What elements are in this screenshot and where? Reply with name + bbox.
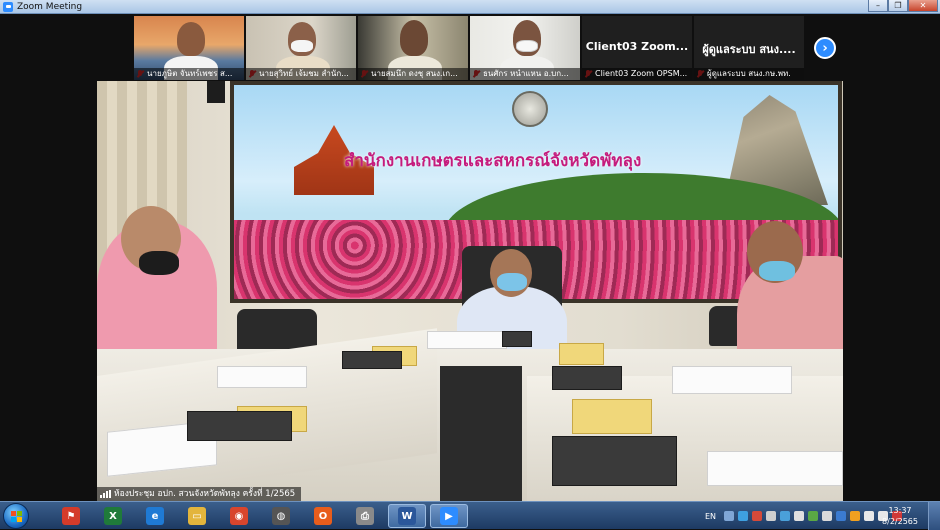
ie-taskbar-button[interactable]: e xyxy=(136,504,174,528)
participant-name: นายสุวิทย์ เจ้มชม สำนัก... xyxy=(246,68,356,80)
show-desktop-button[interactable] xyxy=(928,502,940,530)
room-label-text: ห้องประชุม อปก. สวนจังหวัดพัทลุง ครั้งที… xyxy=(114,489,296,499)
microphone-base xyxy=(502,331,532,347)
video-caption: ห้องประชุม อปก. สวนจังหวัดพัทลุง ครั้งที… xyxy=(97,487,302,501)
tray-icon[interactable] xyxy=(836,511,846,521)
zoom-icon: ▶ xyxy=(440,507,458,525)
meeting-area: นายภูษิต จันทร์เพชร ส... นายสุวิทย์ เจ้ม… xyxy=(0,14,940,501)
banner-title: สำนักงานเกษตรและสหกรณ์จังหวัดพัทลุง xyxy=(344,151,642,171)
tray-icon[interactable] xyxy=(752,511,762,521)
windows-taskbar: ⚑ Xe ▭ ◉ ◍ O ⎙ W ▶ EN 13:37 8/2/2565 xyxy=(0,501,940,530)
start-button[interactable] xyxy=(3,503,29,529)
window-titlebar: Zoom Meeting – ❐ ✕ xyxy=(0,0,940,14)
next-page-button[interactable]: › xyxy=(814,37,836,59)
tray-icon[interactable] xyxy=(808,511,818,521)
zoom-logo-icon xyxy=(3,1,13,12)
network-icon[interactable] xyxy=(864,511,874,521)
zoom-taskbar-button[interactable]: ▶ xyxy=(430,504,468,528)
close-button[interactable]: ✕ xyxy=(908,0,938,12)
printer-taskbar-button[interactable]: ⎙ xyxy=(346,504,384,528)
camera-taskbar-button[interactable]: ◍ xyxy=(262,504,300,528)
language-indicator[interactable]: EN xyxy=(705,512,716,521)
printer-icon: ⎙ xyxy=(356,507,374,525)
chrome-taskbar-button[interactable]: ◉ xyxy=(220,504,258,528)
flag-taskbar-button[interactable]: ⚑ xyxy=(52,504,90,528)
folder-icon: ▭ xyxy=(188,507,206,525)
signal-strength-icon xyxy=(100,490,111,498)
participant-name: นายสมนึก ดงชุ สนง.เก... xyxy=(358,68,468,80)
participant-head xyxy=(177,22,205,56)
microphone-base xyxy=(342,351,402,369)
office-taskbar-button[interactable]: O xyxy=(304,504,342,528)
tray-icon[interactable] xyxy=(766,511,776,521)
tray-icon[interactable] xyxy=(850,511,860,521)
papers xyxy=(427,331,507,349)
maximize-button[interactable]: ❐ xyxy=(888,0,908,12)
participant-display-name: Client03 Zoom... xyxy=(585,40,689,53)
nameplate xyxy=(559,343,604,365)
participant-display-name: ผู้ดูแลระบบ สนง.... xyxy=(702,43,796,56)
office-icon: O xyxy=(314,507,332,525)
flag-icon: ⚑ xyxy=(62,507,80,525)
participant-thumbnail[interactable]: ผู้ดูแลระบบ สนง.... ผู้ดูแลระบบ สนง.กษ.พ… xyxy=(694,16,804,80)
word-taskbar-button[interactable]: W xyxy=(388,504,426,528)
word-icon: W xyxy=(398,507,416,525)
camera-icon: ◍ xyxy=(272,507,290,525)
participant-head xyxy=(400,20,428,56)
main-video: สำนักงานเกษตรและสหกรณ์จังหวัดพัทลุง ห้อง… xyxy=(97,81,843,501)
participant-left-mask xyxy=(139,251,179,275)
papers xyxy=(707,451,843,486)
participant-name: นายภูษิต จันทร์เพชร ส... xyxy=(134,68,244,80)
participant-name: ผู้ดูแลระบบ สนง.กษ.พท. xyxy=(694,68,804,80)
ie-icon: e xyxy=(146,507,164,525)
government-seal xyxy=(512,91,548,127)
tray-icon[interactable] xyxy=(724,511,734,521)
participant-thumbnail[interactable]: นายภูษิต จันทร์เพชร ส... xyxy=(134,16,244,80)
participant-thumbnail[interactable]: นายสมนึก ดงชุ สนง.เก... xyxy=(358,16,468,80)
excel-taskbar-button[interactable]: X xyxy=(94,504,132,528)
participant-center-mask xyxy=(497,273,527,291)
window-controls: – ❐ ✕ xyxy=(868,0,938,13)
participant-thumbnail[interactable]: ธนศักร หนำแหน อ.บก... xyxy=(470,16,580,80)
tray-icon[interactable] xyxy=(738,511,748,521)
face-mask xyxy=(516,40,538,52)
microphone-base xyxy=(187,411,292,441)
participant-right-mask xyxy=(759,261,795,281)
participant-thumbnail[interactable]: Client03 Zoom... Client03 Zoom OPSM... xyxy=(582,16,692,80)
participant-name: ธนศักร หนำแหน อ.บก... xyxy=(470,68,580,80)
window-title: Zoom Meeting xyxy=(17,1,83,12)
tray-icon[interactable] xyxy=(780,511,790,521)
papers xyxy=(217,366,307,388)
microphone-base xyxy=(552,436,677,486)
excel-icon: X xyxy=(104,507,122,525)
participant-name: Client03 Zoom OPSM... xyxy=(582,68,692,80)
tray-icon[interactable] xyxy=(822,511,832,521)
taskbar-clock[interactable]: 13:37 8/2/2565 xyxy=(880,505,920,527)
clock-time: 13:37 xyxy=(888,506,912,515)
chevron-right-icon: › xyxy=(822,40,828,56)
face-mask xyxy=(291,40,313,52)
podium xyxy=(440,366,522,501)
system-tray: EN xyxy=(705,502,902,530)
clock-date: 8/2/2565 xyxy=(882,517,918,526)
room-speaker xyxy=(207,81,225,103)
minimize-button[interactable]: – xyxy=(868,0,888,12)
participant-strip: นายภูษิต จันทร์เพชร ส... นายสุวิทย์ เจ้ม… xyxy=(134,16,804,80)
chrome-icon: ◉ xyxy=(230,507,248,525)
folder-taskbar-button[interactable]: ▭ xyxy=(178,504,216,528)
tray-icon[interactable] xyxy=(794,511,804,521)
participant-thumbnail[interactable]: นายสุวิทย์ เจ้มชม สำนัก... xyxy=(246,16,356,80)
microphone-base xyxy=(552,366,622,390)
papers xyxy=(672,366,792,394)
nameplate xyxy=(572,399,652,434)
